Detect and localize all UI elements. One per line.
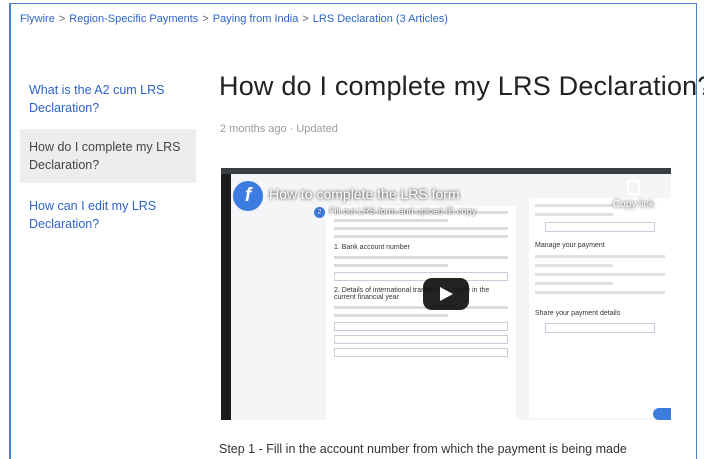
video-title[interactable]: How to complete the LRS form (269, 186, 460, 202)
play-button[interactable] (423, 278, 469, 310)
step-number: 2 (314, 207, 325, 218)
form-box (334, 348, 508, 357)
form-box (334, 272, 508, 281)
form-section-bank: 1. Bank account number (334, 244, 410, 251)
form-line (334, 235, 508, 238)
article-time: 2 months ago (220, 123, 287, 135)
breadcrumb-separator: > (58, 13, 66, 25)
form-line (334, 256, 508, 259)
article-title: How do I complete my LRS Declaration? (219, 71, 704, 101)
panel-line (535, 264, 614, 267)
breadcrumb-lrs-declaration[interactable]: LRS Declaration (3 Articles) (313, 13, 448, 25)
video-side-panel: Manage your payment Share your payment d… (529, 198, 671, 418)
chat-icon[interactable] (653, 408, 671, 420)
form-section-details: 2. Details of international transactions… (334, 287, 490, 301)
copy-icon (627, 180, 640, 195)
article-status: Updated (296, 123, 338, 135)
panel-share: Share your payment details (535, 310, 621, 317)
panel-line (535, 255, 665, 258)
video-step-label: 2 Fill out LRS form and upload ID copy (314, 206, 476, 218)
video-topbar (221, 168, 671, 174)
breadcrumb: Flywire > Region-Specific Payments > Paying … (20, 13, 448, 25)
panel-line (535, 282, 614, 285)
article-sidebar: What is the A2 cum LRS Declaration? How … (20, 78, 196, 237)
video-form-preview: 1. Bank account number 2. Details of int… (326, 206, 516, 420)
sidebar-item-complete-lrs[interactable]: How do I complete my LRS Declaration? (20, 129, 196, 183)
copy-link-label: Copy link (612, 199, 655, 210)
panel-manage: Manage your payment (535, 242, 605, 249)
flywire-logo-icon: f (233, 181, 263, 211)
form-box (334, 322, 508, 331)
step-1-text: Step 1 - Fill in the account number from… (219, 442, 627, 456)
sidebar-item-edit-lrs[interactable]: How can I edit my LRS Declaration? (20, 193, 196, 237)
form-line (334, 314, 448, 317)
form-line (334, 264, 448, 267)
sidebar-item-a2-lrs[interactable]: What is the A2 cum LRS Declaration? (20, 78, 196, 121)
panel-button (545, 323, 655, 333)
breadcrumb-separator: > (202, 13, 209, 25)
breadcrumb-paying-from-india[interactable]: Paying from India (213, 13, 299, 25)
form-box (334, 335, 508, 344)
panel-line (535, 204, 614, 207)
breadcrumb-region-specific-payments[interactable]: Region-Specific Payments (69, 13, 198, 25)
copy-link-button[interactable]: Copy link (606, 180, 661, 210)
meta-separator: · (289, 123, 294, 135)
breadcrumb-flywire[interactable]: Flywire (20, 13, 55, 25)
panel-line (535, 273, 665, 276)
form-line (334, 227, 508, 230)
form-line (334, 306, 508, 309)
panel-line (535, 291, 665, 294)
video-player[interactable]: 1. Bank account number 2. Details of int… (221, 168, 671, 420)
form-line (334, 219, 448, 222)
article-meta: 2 months ago · Updated (220, 123, 338, 135)
panel-line (535, 213, 614, 216)
step-title: Fill out LRS form and upload ID copy (329, 206, 477, 216)
panel-button (545, 222, 655, 232)
play-icon (440, 287, 453, 301)
breadcrumb-separator: > (302, 13, 309, 25)
